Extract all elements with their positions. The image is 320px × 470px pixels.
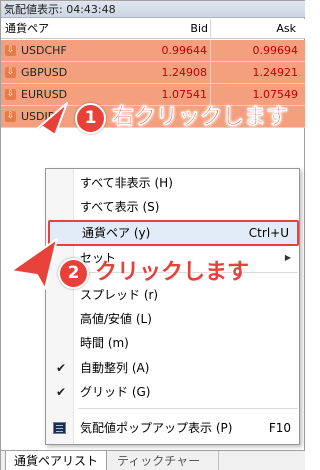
context-menu: すべて非表示 (H) すべて表示 (S) 通貨ペア (y) Ctrl+U セット… [45, 168, 300, 445]
check-icon: ✔ [56, 361, 67, 375]
menu-separator [78, 408, 298, 409]
menu-item-grid[interactable]: ✔ グリッド (G) [48, 381, 299, 403]
step2-callout: 2 クリックします [58, 257, 298, 291]
menu-item-high-low[interactable]: 高値/安値 (L) [48, 308, 299, 330]
symbol-name: GBPUSD [21, 66, 68, 79]
popup-window-icon [53, 422, 66, 434]
menu-item-auto-arrange[interactable]: ✔ 自動整列 (A) [48, 357, 299, 379]
symbol-name: USDCHF [21, 44, 67, 57]
column-header-symbol[interactable]: 通貨ペア [5, 19, 135, 39]
window-title: 気配値表示: 04:43:48 [1, 1, 305, 18]
market-watch-window: 気配値表示: 04:43:48 通貨ペア Bid Ask ⇩ USDCHF 0.… [0, 0, 305, 470]
tab-symbol-list[interactable]: 通貨ペアリスト [5, 451, 107, 470]
down-arrow-icon: ⇩ [5, 89, 16, 100]
shortcut-label: Ctrl+U [248, 226, 289, 240]
pointer-arrow-icon [10, 238, 58, 290]
column-header-bid[interactable]: Bid [136, 19, 211, 39]
column-header: 通貨ペア Bid Ask [1, 19, 305, 39]
table-row[interactable]: ⇩ USDCHF 0.99644 0.99694 [1, 40, 305, 62]
menu-item-symbols[interactable]: 通貨ペア (y) Ctrl+U [48, 220, 299, 246]
pointer-arrow-icon [22, 102, 68, 142]
bid-price: 1.24908 [136, 62, 211, 84]
ask-price: 0.99694 [252, 44, 299, 57]
down-arrow-icon: ⇩ [5, 45, 16, 56]
step1-instruction: 右クリックします [112, 105, 289, 131]
step2-number-badge: 2 [58, 258, 89, 289]
menu-item-time[interactable]: 時間 (m) [48, 332, 299, 354]
down-arrow-icon: ⇩ [5, 67, 16, 78]
table-row[interactable]: ⇩ GBPUSD 1.24908 1.24921 [1, 62, 305, 84]
step1-callout: 1 右クリックします [75, 102, 291, 136]
menu-item-popup-prices[interactable]: 気配値ポップアップ表示 (P) F10 [48, 417, 299, 439]
menu-item-hide-all[interactable]: すべて非表示 (H) [48, 172, 299, 194]
ask-price: 1.24921 [252, 66, 299, 79]
tab-tick-chart[interactable]: ティックチャート [109, 451, 219, 470]
column-header-ask[interactable]: Ask [213, 19, 298, 39]
check-icon: ✔ [56, 385, 67, 399]
tab-bar: 通貨ペアリスト ティックチャート [1, 450, 305, 470]
down-arrow-icon: ⇩ [5, 111, 16, 122]
menu-item-show-all[interactable]: すべて表示 (S) [48, 196, 299, 218]
step1-number-badge: 1 [75, 103, 106, 134]
shortcut-label: F10 [268, 421, 291, 435]
step2-instruction: クリックします [95, 260, 250, 285]
bid-price: 0.99644 [136, 40, 211, 62]
